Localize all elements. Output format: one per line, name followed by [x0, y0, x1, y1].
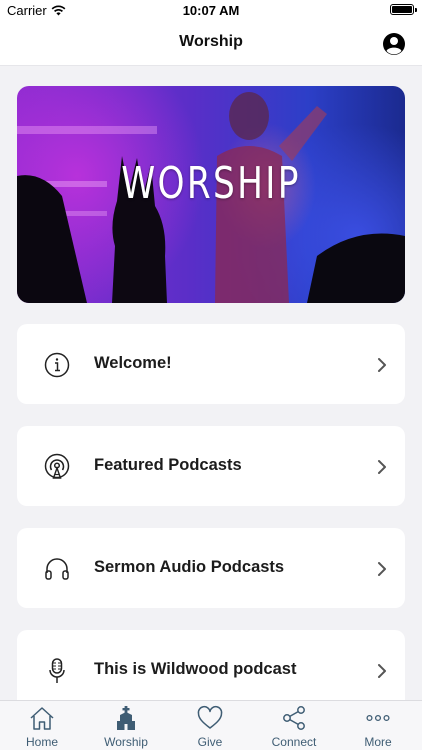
- tab-label: More: [364, 735, 392, 749]
- person-circle-icon[interactable]: [382, 32, 406, 56]
- battery-icon: [390, 4, 417, 15]
- status-bar: Carrier 10:07 AM: [0, 0, 422, 22]
- list-item-welcome[interactable]: Welcome!: [17, 324, 405, 404]
- chevron-right-icon: [378, 460, 386, 474]
- page-title: Worship: [179, 33, 243, 50]
- tab-label: Give: [197, 735, 223, 749]
- hero-banner[interactable]: WORSHIP: [17, 86, 405, 303]
- tab-label: Home: [25, 735, 58, 749]
- tab-connect[interactable]: Connect: [252, 701, 336, 750]
- tab-home[interactable]: Home: [0, 701, 84, 750]
- list-item-featured-podcasts[interactable]: Featured Podcasts: [17, 426, 405, 506]
- tab-bar: Home Worship Give Connect More: [0, 700, 422, 750]
- church-icon: [117, 706, 135, 730]
- more-icon: [366, 714, 390, 722]
- tab-worship[interactable]: Worship: [84, 701, 168, 750]
- list-item-label: Sermon Audio Podcasts: [94, 558, 285, 576]
- tab-give[interactable]: Give: [168, 701, 252, 750]
- list-item-label: Featured Podcasts: [94, 456, 242, 474]
- heart-icon: [197, 705, 223, 729]
- tab-more[interactable]: More: [336, 701, 420, 750]
- info-icon: [44, 352, 70, 378]
- list-item-label: This is Wildwood podcast: [94, 660, 297, 678]
- list-item-sermon-audio-podcasts[interactable]: Sermon Audio Podcasts: [17, 528, 405, 608]
- status-time: 10:07 AM: [182, 3, 240, 18]
- tab-label: Connect: [271, 735, 317, 749]
- home-icon: [30, 707, 54, 730]
- chevron-right-icon: [378, 664, 386, 678]
- headphones-icon: [45, 558, 69, 580]
- main-content[interactable]: WORSHIP Welcome! Featured Podcasts Sermo…: [0, 66, 422, 700]
- share-icon: [283, 706, 305, 730]
- navigation-bar: Worship: [0, 22, 422, 66]
- hero-title: WORSHIP: [121, 158, 301, 209]
- list-item-wildwood-podcast[interactable]: This is Wildwood podcast: [17, 630, 405, 700]
- tab-label: Worship: [104, 735, 148, 749]
- podcast-icon: [44, 453, 70, 479]
- list-item-label: Welcome!: [94, 354, 172, 372]
- microphone-icon: [49, 658, 65, 683]
- chevron-right-icon: [378, 358, 386, 372]
- chevron-right-icon: [378, 562, 386, 576]
